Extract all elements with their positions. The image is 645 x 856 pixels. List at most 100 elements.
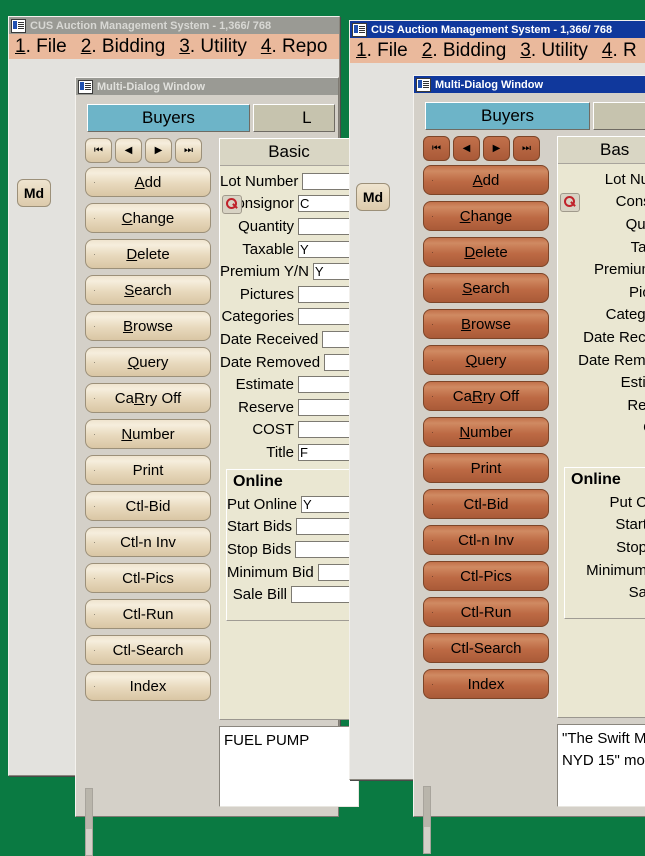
multi-dialog-right[interactable]: Multi-Dialog Window Buyers ⏮ ◀ ▶ ⏭ Add C… <box>413 75 645 854</box>
delete-button[interactable]: Delete <box>85 239 211 269</box>
change-button[interactable]: Change <box>85 203 211 233</box>
next-record-button[interactable]: ▶ <box>483 136 510 161</box>
application-window-left[interactable]: CUS Auction Management System - 1,366/ 7… <box>8 16 359 856</box>
last-record-button[interactable]: ⏭ <box>513 136 540 161</box>
search-button[interactable]: Search <box>423 273 549 303</box>
label-taxable: Taxable <box>242 240 294 258</box>
field-row-estimate: Estin <box>558 371 645 394</box>
ctl-bid-button[interactable]: Ctl-Bid <box>423 489 549 519</box>
magnifier-icon[interactable] <box>222 194 242 214</box>
label-cost: COST <box>252 421 294 439</box>
field-row-date-received: Date Rece <box>558 326 645 349</box>
menu-item-utility[interactable]: 3. Utility <box>520 40 588 62</box>
tab-lots[interactable]: L <box>252 104 335 132</box>
menu-bar-left[interactable]: 1. File 2. Bidding 3. Utility 4. Repo <box>9 34 339 60</box>
menu-item-file[interactable]: 1. File <box>15 36 67 58</box>
input-sale-bill[interactable] <box>291 586 351 604</box>
print-button[interactable]: Print <box>423 453 549 483</box>
dialog-content-left: Buyers L ⏮ ◀ ▶ ⏭ Add Change Delete Searc… <box>79 98 359 856</box>
input-put-online[interactable]: Y <box>301 495 351 513</box>
menu-item-bidding[interactable]: 2. Bidding <box>422 40 507 62</box>
tab-strip-right: Buyers <box>425 102 645 130</box>
delete-button[interactable]: Delete <box>423 237 549 267</box>
first-record-button[interactable]: ⏮ <box>85 138 112 163</box>
field-row-estimate: Estimate <box>220 373 358 396</box>
menu-bar-right[interactable]: 1. File 2. Bidding 3. Utility 4. R <box>350 38 645 64</box>
query-button[interactable]: Query <box>85 347 211 377</box>
add-button[interactable]: Add <box>423 165 549 195</box>
ctl-run-button[interactable]: Ctl-Run <box>423 597 549 627</box>
ctl-search-button[interactable]: Ctl-Search <box>85 635 211 665</box>
label-start-bids: Start Bids <box>227 518 293 536</box>
ctl-pics-button[interactable]: Ctl-Pics <box>423 561 549 591</box>
md-button-right[interactable]: Md <box>356 183 390 211</box>
carry-off-button[interactable]: Ca Rry Off <box>423 381 549 411</box>
number-button[interactable]: Number <box>423 417 549 447</box>
dialog-title-bar-right[interactable]: Multi-Dialog Window <box>414 76 645 93</box>
button-column-scrollbar-left[interactable] <box>85 788 93 856</box>
ctl-n-inv-button[interactable]: Ctl-n Inv <box>85 527 211 557</box>
online-group-title: Online <box>233 473 283 490</box>
label-lot-number: Lot Nur <box>604 170 645 188</box>
field-row-start-bids: Start Bids <box>227 516 351 539</box>
input-start-bids[interactable] <box>296 518 351 536</box>
ctl-bid-button[interactable]: Ctl-Bid <box>85 491 211 521</box>
input-stop-bids[interactable] <box>295 540 351 558</box>
menu-item-utility[interactable]: 3. Utility <box>179 36 247 58</box>
tab-lots[interactable] <box>593 102 645 130</box>
ctl-search-button[interactable]: Ctl-Search <box>423 633 549 663</box>
label-stop-bids: Stop <box>616 538 645 556</box>
title-bar-right[interactable]: CUS Auction Management System - 1,366/ 7… <box>350 21 645 38</box>
menu-item-file[interactable]: 1. File <box>356 40 408 62</box>
input-minimum-bid[interactable] <box>317 563 351 581</box>
md-button-left[interactable]: Md <box>17 179 51 207</box>
ctl-n-inv-button[interactable]: Ctl-n Inv <box>423 525 549 555</box>
carry-off-button[interactable]: Ca Rry Off <box>85 383 211 413</box>
first-record-button[interactable]: ⏮ <box>423 136 450 161</box>
previous-record-button[interactable]: ◀ <box>115 138 142 163</box>
field-row-consignor: Consi <box>558 191 645 214</box>
field-row-quantity: Qua <box>558 213 645 236</box>
field-row-put-online: Put Online Y <box>227 493 351 516</box>
title-bar-left[interactable]: CUS Auction Management System - 1,366/ 7… <box>9 17 339 34</box>
index-button[interactable]: Index <box>85 671 211 701</box>
browse-button[interactable]: Browse <box>85 311 211 341</box>
menu-item-reports[interactable]: 4. Repo <box>261 36 328 58</box>
menu-item-bidding[interactable]: 2. Bidding <box>81 36 166 58</box>
notes-textarea-right[interactable]: "The Swift Mi NYD 15" mor <box>557 724 645 807</box>
index-button[interactable]: Index <box>423 669 549 699</box>
label-pictures: Pict <box>628 283 645 301</box>
application-icon <box>352 22 367 37</box>
magnifier-icon[interactable] <box>560 192 580 212</box>
number-button[interactable]: Number <box>85 419 211 449</box>
query-button[interactable]: Query <box>423 345 549 375</box>
dialog-title-bar-left[interactable]: Multi-Dialog Window <box>76 78 338 95</box>
browse-button[interactable]: Browse <box>423 309 549 339</box>
tab-buyers[interactable]: Buyers <box>87 104 250 132</box>
basic-group-header: Bas <box>558 137 645 164</box>
ctl-pics-button[interactable]: Ctl-Pics <box>85 563 211 593</box>
field-row-taxable: Tax <box>558 236 645 259</box>
multi-dialog-left[interactable]: Multi-Dialog Window Buyers L ⏮ ◀ ▶ ⏭ Add <box>75 77 359 856</box>
ctl-run-button[interactable]: Ctl-Run <box>85 599 211 629</box>
label-date-received: Date Received <box>220 330 319 348</box>
label-sale-bill: Sale Bill <box>232 586 287 604</box>
notes-textarea-left[interactable]: FUEL PUMP <box>219 726 359 807</box>
label-premium: Premium Y/N <box>220 263 309 281</box>
previous-record-button[interactable]: ◀ <box>453 136 480 161</box>
menu-item-reports[interactable]: 4. R <box>602 40 637 62</box>
next-record-button[interactable]: ▶ <box>145 138 172 163</box>
print-button[interactable]: Print <box>85 455 211 485</box>
button-column-scrollbar-right[interactable] <box>423 786 431 854</box>
field-row-date-received: Date Received <box>220 328 358 351</box>
last-record-button[interactable]: ⏭ <box>175 138 202 163</box>
field-row-categories: Categories <box>220 306 358 329</box>
search-button[interactable]: Search <box>85 275 211 305</box>
application-window-right[interactable]: CUS Auction Management System - 1,366/ 7… <box>349 20 645 854</box>
basic-group-header: Basic <box>220 139 358 166</box>
change-button[interactable]: Change <box>423 201 549 231</box>
tab-buyers[interactable]: Buyers <box>425 102 591 130</box>
field-row-pictures: Pict <box>558 281 645 304</box>
add-button[interactable]: Add <box>85 167 211 197</box>
label-minimum-bid: Minimum Bid <box>227 563 314 581</box>
